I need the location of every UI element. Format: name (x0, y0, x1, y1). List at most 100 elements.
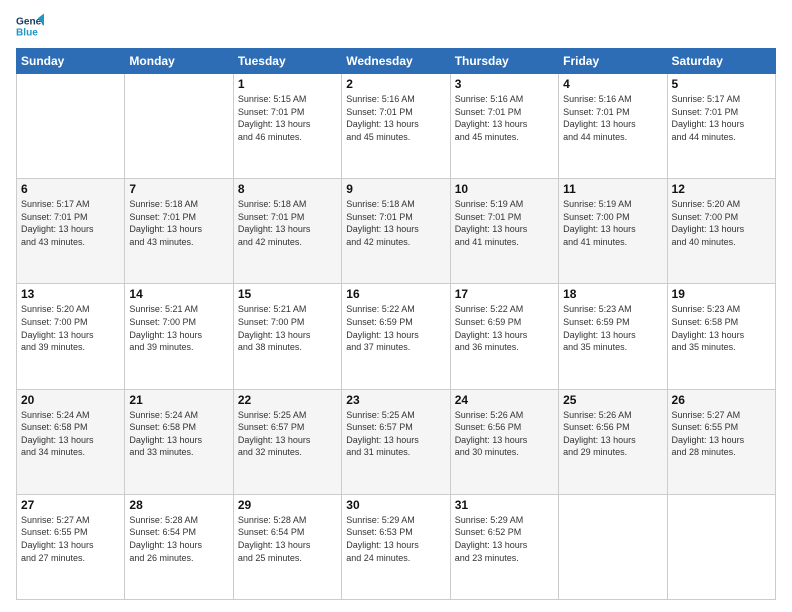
weekday-header-tuesday: Tuesday (233, 49, 341, 74)
day-number: 20 (21, 393, 120, 407)
day-info: Sunrise: 5:28 AM Sunset: 6:54 PM Dayligh… (129, 514, 228, 564)
day-number: 23 (346, 393, 445, 407)
day-info: Sunrise: 5:16 AM Sunset: 7:01 PM Dayligh… (563, 93, 662, 143)
week-row-5: 27 Sunrise: 5:27 AM Sunset: 6:55 PM Dayli… (17, 494, 776, 599)
day-cell: 21Sunrise: 5:24 AM Sunset: 6:58 PM Dayli… (125, 389, 233, 494)
day-number: 14 (129, 287, 228, 301)
weekday-header-wednesday: Wednesday (342, 49, 450, 74)
weekday-header-sunday: Sunday (17, 49, 125, 74)
day-cell: 8 Sunrise: 5:18 AM Sunset: 7:01 PM Daylig… (233, 179, 341, 284)
day-number: 5 (672, 77, 771, 91)
week-row-4: 20 Sunrise: 5:24 AM Sunset: 6:58 PM Dayli… (17, 389, 776, 494)
day-info: Sunrise: 5:21 AM Sunset: 7:00 PM Dayligh… (129, 303, 228, 353)
day-cell: 15 Sunrise: 5:21 AM Sunset: 7:00 PM Dayli… (233, 284, 341, 389)
day-number: 19 (672, 287, 771, 301)
day-info: Sunrise: 5:25 AM Sunset: 6:57 PM Dayligh… (238, 409, 337, 459)
day-cell: 27 Sunrise: 5:27 AM Sunset: 6:55 PM Dayli… (17, 494, 125, 599)
day-cell: 11 Sunrise: 5:19 AM Sunset: 7:00 PM Dayli… (559, 179, 667, 284)
weekday-header-thursday: Thursday (450, 49, 558, 74)
day-info: Sunrise: 5:18 AM Sunset: 7:01 PM Dayligh… (238, 198, 337, 248)
day-info: Sunrise: 5:17 AM Sunset: 7:01 PM Dayligh… (21, 198, 120, 248)
day-cell: 6 Sunrise: 5:17 AM Sunset: 7:01 PM Daylig… (17, 179, 125, 284)
day-cell: 16 Sunrise: 5:22 AM Sunset: 6:59 PM Dayli… (342, 284, 450, 389)
day-cell: 26Sunrise: 5:27 AM Sunset: 6:55 PM Dayli… (667, 389, 775, 494)
day-cell: 23Sunrise: 5:25 AM Sunset: 6:57 PM Dayli… (342, 389, 450, 494)
day-info: Sunrise: 5:15 AM Sunset: 7:01 PM Dayligh… (238, 93, 337, 143)
day-info: Sunrise: 5:22 AM Sunset: 6:59 PM Dayligh… (346, 303, 445, 353)
day-info: Sunrise: 5:17 AM Sunset: 7:01 PM Dayligh… (672, 93, 771, 143)
svg-text:Blue: Blue (16, 27, 38, 38)
day-cell: 12Sunrise: 5:20 AM Sunset: 7:00 PM Dayli… (667, 179, 775, 284)
day-cell: 2 Sunrise: 5:16 AM Sunset: 7:01 PM Daylig… (342, 74, 450, 179)
day-cell: 29 Sunrise: 5:28 AM Sunset: 6:54 PM Dayli… (233, 494, 341, 599)
day-cell: 22 Sunrise: 5:25 AM Sunset: 6:57 PM Dayli… (233, 389, 341, 494)
weekday-header-row: SundayMondayTuesdayWednesdayThursdayFrid… (17, 49, 776, 74)
day-info: Sunrise: 5:28 AM Sunset: 6:54 PM Dayligh… (238, 514, 337, 564)
day-cell: 28 Sunrise: 5:28 AM Sunset: 6:54 PM Dayli… (125, 494, 233, 599)
day-info: Sunrise: 5:16 AM Sunset: 7:01 PM Dayligh… (455, 93, 554, 143)
day-cell: 3 Sunrise: 5:16 AM Sunset: 7:01 PM Daylig… (450, 74, 558, 179)
day-number: 6 (21, 182, 120, 196)
day-info: Sunrise: 5:18 AM Sunset: 7:01 PM Dayligh… (346, 198, 445, 248)
day-info: Sunrise: 5:23 AM Sunset: 6:58 PM Dayligh… (672, 303, 771, 353)
day-cell: 14 Sunrise: 5:21 AM Sunset: 7:00 PM Dayli… (125, 284, 233, 389)
day-info: Sunrise: 5:27 AM Sunset: 6:55 PM Dayligh… (672, 409, 771, 459)
day-info: Sunrise: 5:19 AM Sunset: 7:01 PM Dayligh… (455, 198, 554, 248)
header: General Blue (16, 12, 776, 40)
day-cell: 19 Sunrise: 5:23 AM Sunset: 6:58 PM Dayli… (667, 284, 775, 389)
day-cell (125, 74, 233, 179)
day-info: Sunrise: 5:22 AM Sunset: 6:59 PM Dayligh… (455, 303, 554, 353)
page: General Blue SundayMondayTuesdayWednesda… (0, 0, 792, 612)
day-cell: 31Sunrise: 5:29 AM Sunset: 6:52 PM Dayli… (450, 494, 558, 599)
day-cell: 13Sunrise: 5:20 AM Sunset: 7:00 PM Dayli… (17, 284, 125, 389)
day-info: Sunrise: 5:16 AM Sunset: 7:01 PM Dayligh… (346, 93, 445, 143)
day-info: Sunrise: 5:24 AM Sunset: 6:58 PM Dayligh… (21, 409, 120, 459)
day-number: 1 (238, 77, 337, 91)
day-cell: 5 Sunrise: 5:17 AM Sunset: 7:01 PM Daylig… (667, 74, 775, 179)
day-info: Sunrise: 5:26 AM Sunset: 6:56 PM Dayligh… (455, 409, 554, 459)
weekday-header-friday: Friday (559, 49, 667, 74)
day-cell: 7Sunrise: 5:18 AM Sunset: 7:01 PM Daylig… (125, 179, 233, 284)
day-number: 11 (563, 182, 662, 196)
day-info: Sunrise: 5:27 AM Sunset: 6:55 PM Dayligh… (21, 514, 120, 564)
day-info: Sunrise: 5:29 AM Sunset: 6:53 PM Dayligh… (346, 514, 445, 564)
day-cell (17, 74, 125, 179)
day-number: 28 (129, 498, 228, 512)
day-number: 10 (455, 182, 554, 196)
day-cell: 18 Sunrise: 5:23 AM Sunset: 6:59 PM Dayli… (559, 284, 667, 389)
day-cell: 10 Sunrise: 5:19 AM Sunset: 7:01 PM Dayli… (450, 179, 558, 284)
weekday-header-saturday: Saturday (667, 49, 775, 74)
day-info: Sunrise: 5:29 AM Sunset: 6:52 PM Dayligh… (455, 514, 554, 564)
day-number: 22 (238, 393, 337, 407)
day-cell (559, 494, 667, 599)
calendar-table: SundayMondayTuesdayWednesdayThursdayFrid… (16, 48, 776, 600)
weekday-header-monday: Monday (125, 49, 233, 74)
day-number: 16 (346, 287, 445, 301)
day-number: 4 (563, 77, 662, 91)
day-number: 8 (238, 182, 337, 196)
day-cell: 4 Sunrise: 5:16 AM Sunset: 7:01 PM Daylig… (559, 74, 667, 179)
day-number: 15 (238, 287, 337, 301)
day-cell: 30 Sunrise: 5:29 AM Sunset: 6:53 PM Dayli… (342, 494, 450, 599)
week-row-1: 1 Sunrise: 5:15 AM Sunset: 7:01 PM Daylig… (17, 74, 776, 179)
day-info: Sunrise: 5:18 AM Sunset: 7:01 PM Dayligh… (129, 198, 228, 248)
day-info: Sunrise: 5:24 AM Sunset: 6:58 PM Dayligh… (129, 409, 228, 459)
logo: General Blue (16, 12, 48, 40)
day-number: 9 (346, 182, 445, 196)
day-cell: 9 Sunrise: 5:18 AM Sunset: 7:01 PM Daylig… (342, 179, 450, 284)
day-cell: 20 Sunrise: 5:24 AM Sunset: 6:58 PM Dayli… (17, 389, 125, 494)
day-cell (667, 494, 775, 599)
day-info: Sunrise: 5:23 AM Sunset: 6:59 PM Dayligh… (563, 303, 662, 353)
day-number: 27 (21, 498, 120, 512)
day-number: 3 (455, 77, 554, 91)
day-info: Sunrise: 5:26 AM Sunset: 6:56 PM Dayligh… (563, 409, 662, 459)
day-number: 18 (563, 287, 662, 301)
week-row-3: 13Sunrise: 5:20 AM Sunset: 7:00 PM Dayli… (17, 284, 776, 389)
day-number: 30 (346, 498, 445, 512)
day-info: Sunrise: 5:21 AM Sunset: 7:00 PM Dayligh… (238, 303, 337, 353)
day-number: 29 (238, 498, 337, 512)
day-info: Sunrise: 5:20 AM Sunset: 7:00 PM Dayligh… (21, 303, 120, 353)
day-number: 2 (346, 77, 445, 91)
day-number: 12 (672, 182, 771, 196)
day-info: Sunrise: 5:19 AM Sunset: 7:00 PM Dayligh… (563, 198, 662, 248)
